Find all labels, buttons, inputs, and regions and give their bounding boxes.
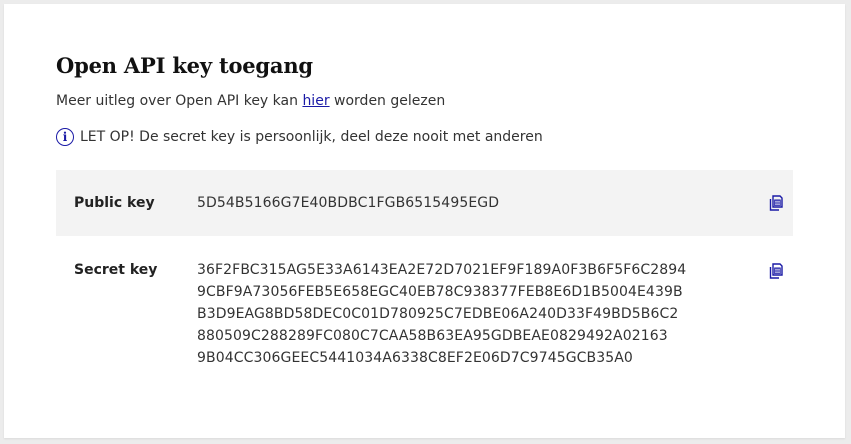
secret-key-line: 9B04CC306GEEC5441034A6338C8EF2E06D7C9745… — [197, 350, 633, 366]
secret-key-line: 9CBF9A73056FEB5E658EGC40EB78C938377FEB8E… — [197, 284, 683, 300]
page-title: Open API key toegang — [56, 53, 313, 78]
copy-icon — [769, 195, 783, 211]
warning-notice: i LET OP! De secret key is persoonlijk, … — [56, 128, 543, 146]
secret-key-line: 880509C288289FC080C7CAA58B63EA95GDBEAE08… — [197, 328, 668, 344]
info-icon: i — [56, 128, 74, 146]
copy-public-key-button[interactable] — [763, 195, 789, 211]
api-key-card: Open API key toegang Meer uitleg over Op… — [4, 4, 845, 438]
copy-secret-key-button[interactable] — [763, 263, 789, 279]
public-key-value: 5D54B5166G7E40BDBC1FGB6515495EGD — [197, 195, 500, 211]
public-key-label: Public key — [74, 195, 155, 211]
secret-key-value: 36F2FBC315AG5E33A6143EA2E72D7021EF9F189A… — [197, 259, 763, 369]
intro-text: Meer uitleg over Open API key kan hier w… — [56, 93, 445, 109]
public-key-row: Public key 5D54B5166G7E40BDBC1FGB6515495… — [56, 170, 793, 236]
notice-text: LET OP! De secret key is persoonlijk, de… — [80, 129, 543, 145]
intro-text-before: Meer uitleg over Open API key kan — [56, 93, 303, 109]
secret-key-row: Secret key 36F2FBC315AG5E33A6143EA2E72D7… — [56, 259, 793, 369]
secret-key-label: Secret key — [74, 262, 158, 278]
secret-key-line: B3D9EAG8BD58DEC0C01D780925C7EDBE06A240D3… — [197, 306, 679, 322]
help-link[interactable]: hier — [302, 93, 329, 109]
secret-key-line: 36F2FBC315AG5E33A6143EA2E72D7021EF9F189A… — [197, 262, 687, 278]
intro-text-after: worden gelezen — [329, 93, 446, 109]
copy-icon — [769, 263, 783, 279]
